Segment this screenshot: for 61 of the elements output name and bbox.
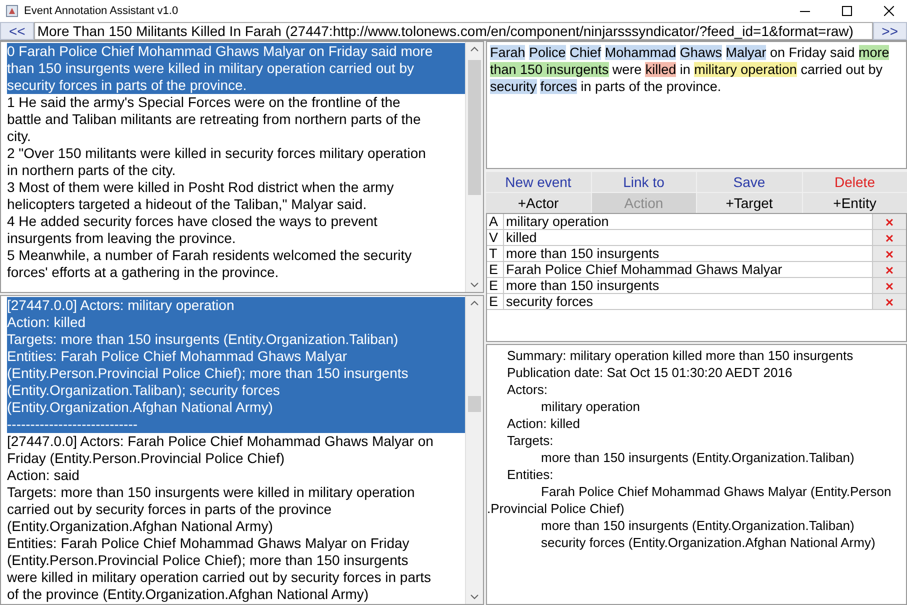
sentence-item[interactable]: 2 "Over 150 militants were killed in security forces military operation in northern parts of the city. xyxy=(7,145,465,179)
scrollbar-thumb[interactable] xyxy=(468,396,481,412)
summary-line: security forces (Entity.Organization.Afghan National Army) xyxy=(540,534,876,551)
role-text: more than 150 insurgents xyxy=(505,246,660,261)
scroll-up-icon[interactable] xyxy=(470,46,479,52)
role-type: E xyxy=(487,294,504,309)
summary-line: Action: killed xyxy=(506,415,581,432)
role-type: T xyxy=(487,246,504,261)
role-type: E xyxy=(487,278,504,293)
summary-line: more than 150 insurgents (Entity.Organization.Taliban) xyxy=(540,449,856,466)
document-title: More Than 150 Militants Killed In Farah (27447:http://www.tolonews.com/en/component/ninjarsssyndicator/?feed_id=1&format=raw) xyxy=(34,22,873,40)
action-button[interactable]: Delete xyxy=(802,172,907,192)
window-title: Event Annotation Assistant v1.0 xyxy=(24,5,180,17)
summary-line: Farah Police Chief Mohammad Ghaws Malyar (Entity.Person xyxy=(540,483,892,500)
sentence-item[interactable]: 0 Farah Police Chief Mohammad Ghaws Malyar on Friday said more than 150 insurgents were killed in military operation carried out by security forces in parts of the province. xyxy=(7,43,465,94)
summary-line: Summary: military operation killed more than 150 insurgents xyxy=(506,347,854,364)
scrollbar[interactable] xyxy=(465,296,483,604)
role-text: more than 150 insurgents xyxy=(505,278,660,293)
summary-line: Targets: xyxy=(506,432,554,449)
summary-line: Entities: xyxy=(506,466,554,483)
summary-line: more than 150 insurgents (Entity.Organization.Taliban) xyxy=(540,517,856,534)
action-button[interactable]: Link to xyxy=(592,172,696,192)
event-item[interactable]: [27447.0.0] Actors: military operation Action: killed Targets: more than 150 insurgents (Entity.Organization.Taliban) Entities: Farah Police Chief Mohammad Ghaws Malyar (Entity.Person.Provincial Police Chief); more than 150 insurgents (Entity.Organization.Taliban); security forces (Entity.Organization.Afghan National Army) ---------------------------- xyxy=(7,297,465,433)
close-icon xyxy=(884,6,894,16)
scroll-down-icon[interactable] xyxy=(470,282,479,288)
app-icon xyxy=(6,5,18,17)
scroll-up-icon[interactable] xyxy=(470,300,479,306)
scroll-down-icon[interactable] xyxy=(470,594,479,600)
event-item[interactable]: [27447.0.0] Actors: Farah Police Chief Mohammad Ghaws Malyar on Friday (Entity.Person.Provincial Police Chief) Action: said Targets: more than 150 insurgents were killed in military operation carried out by security forces in parts of the province (Entity.Organization.Afghan National Army) Entities: Farah Police Chief Mohammad Ghaws Malyar on Friday (Entity.Person.Provincial Police Chief); more than 150 insurgents were killed in military operation carried out by security forces in parts of the province (Entity.Organization.Afghan National Army) xyxy=(7,433,465,603)
maximize-icon xyxy=(842,6,852,16)
remove-button[interactable]: × xyxy=(872,294,906,309)
summary-line: .Provincial Police Chief) xyxy=(487,500,626,517)
summary-line: Publication date: Sat Oct 15 01:30:20 AEDT 2016 xyxy=(506,364,794,381)
action-button[interactable]: +Entity xyxy=(802,193,907,213)
remove-button[interactable]: × xyxy=(872,278,906,293)
role-text: military operation xyxy=(505,214,610,229)
sentence-item[interactable]: 3 Most of them were killed in Posht Rod district when the army helicopters targeted a hideout of the Taliban," Malyar said. xyxy=(7,179,465,213)
action-button[interactable]: New event xyxy=(486,172,590,192)
previous-button[interactable]: << xyxy=(0,22,34,40)
summary-line: military operation xyxy=(540,398,641,415)
action-button[interactable]: +Actor xyxy=(486,193,590,213)
summary-line: Actors: xyxy=(506,381,548,398)
role-text: killed xyxy=(505,230,538,245)
role-type: A xyxy=(487,214,504,229)
sentence-item[interactable]: 4 He added security forces have closed the ways to prevent insurgents from leaving the province. xyxy=(7,213,465,247)
remove-button[interactable]: × xyxy=(872,214,906,229)
role-type: V xyxy=(487,230,504,245)
next-button[interactable]: >> xyxy=(872,22,907,40)
sentence-item[interactable]: 5 Meanwhile, a number of Farah residents welcomed the security forces' efforts at a gathering in the province. xyxy=(7,247,465,281)
action-button[interactable]: Save xyxy=(697,172,802,192)
scrollbar[interactable] xyxy=(465,42,483,292)
role-text: security forces xyxy=(505,294,594,309)
role-type: E xyxy=(487,262,504,277)
remove-button[interactable]: × xyxy=(872,262,906,277)
remove-button[interactable]: × xyxy=(872,246,906,261)
action-button[interactable]: +Target xyxy=(697,193,802,213)
scrollbar-thumb[interactable] xyxy=(468,60,481,195)
annotated-sentence: Farah Police Chief Mohammad Ghaws Malyar on Friday said more than 150 insurgents were killed in military operation carried out by security forces in parts of the province. xyxy=(489,44,890,96)
sentence-item[interactable]: 1 He said the army's Special Forces were on the frontline of the battle and Taliban militants are retreating from northern parts of the city. xyxy=(7,94,465,145)
role-text: Farah Police Chief Mohammad Ghaws Malyar xyxy=(505,262,784,277)
remove-button[interactable]: × xyxy=(872,230,906,245)
